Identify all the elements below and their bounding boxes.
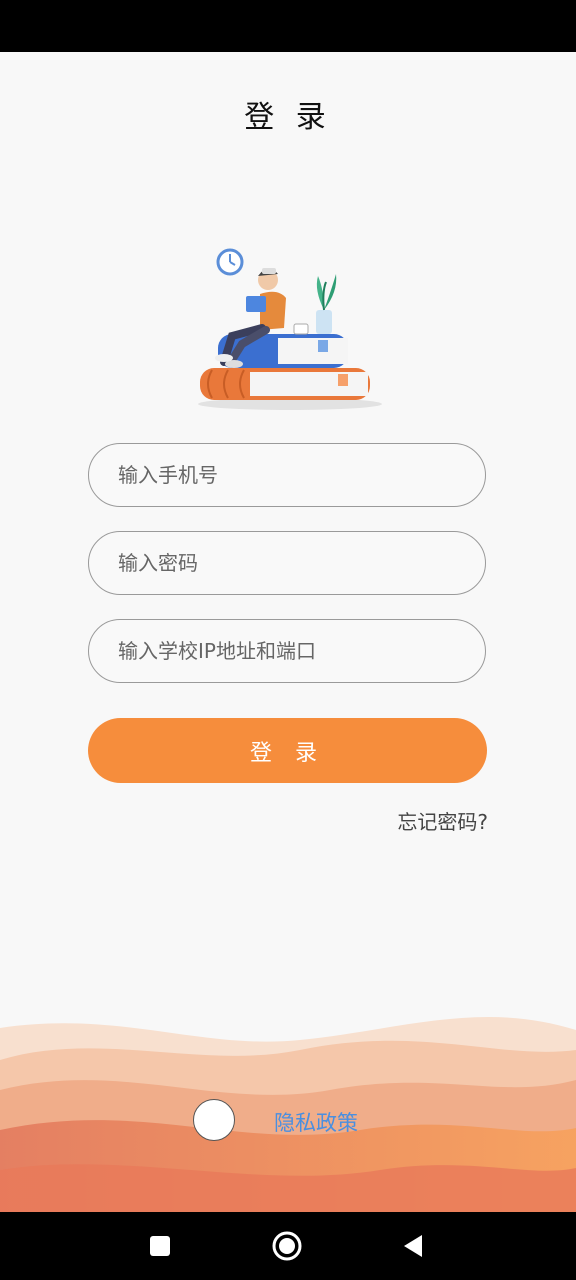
school-address-field[interactable] [88, 619, 486, 683]
password-input[interactable] [89, 532, 485, 594]
forgot-password-link[interactable]: 忘记密码? [397, 806, 488, 835]
password-field[interactable] [88, 531, 486, 595]
square-icon[interactable] [143, 1229, 177, 1263]
status-bar [0, 0, 576, 52]
page-title: 登 录 [244, 100, 332, 135]
circle-home-icon[interactable] [270, 1229, 304, 1263]
triangle-back-icon[interactable] [396, 1229, 430, 1263]
privacy-policy-link[interactable]: 隐私政策 [274, 1107, 358, 1137]
system-nav-bar [0, 1212, 576, 1280]
privacy-agree-radio[interactable] [193, 1099, 235, 1141]
phone-input[interactable] [89, 444, 485, 506]
phone-field[interactable] [88, 443, 486, 507]
login-button[interactable]: 登 录 [88, 718, 487, 783]
school-address-input[interactable] [89, 620, 485, 682]
reading-illustration [198, 248, 382, 410]
